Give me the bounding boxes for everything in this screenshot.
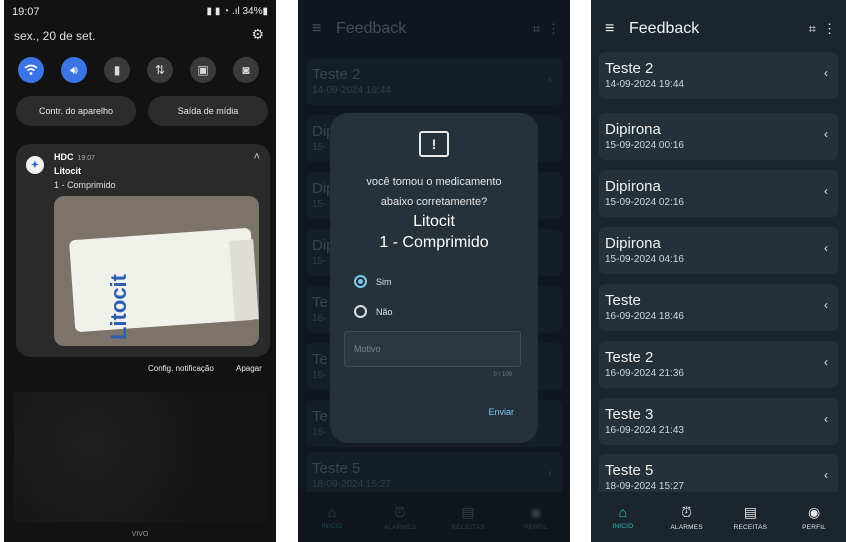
- list-item[interactable]: Dipirona 15-09-2024 02:16 ‹: [599, 170, 838, 217]
- item-datetime: 16-09-2024 18:46: [605, 311, 684, 322]
- notification-card[interactable]: ✦ HDC 19:07 ˄ Litocit 1 - Comprimido Lito…: [16, 144, 270, 357]
- list-item[interactable]: Teste 2 14-09-2024 19:44 ‹: [599, 52, 838, 99]
- list-item[interactable]: Dipirona 15-09-2024 04:16 ‹: [599, 227, 838, 274]
- app-header: ≡ Feedback ⌗ ⋮: [591, 0, 846, 58]
- notification-title: Litocit: [54, 166, 81, 176]
- alarm-clock-icon: ⏰︎: [681, 503, 693, 520]
- carrier-label: VIVO: [131, 531, 149, 538]
- data-transfer-icon[interactable]: ⇅: [147, 57, 173, 83]
- character-counter: 0 / 100: [493, 372, 512, 378]
- gear-icon[interactable]: ⚙: [251, 26, 264, 43]
- medication-dose: 1 - Comprimido: [379, 234, 489, 251]
- option-sim-label: Sim: [376, 276, 392, 287]
- chevron-left-icon: ‹: [824, 298, 828, 312]
- chevron-left-icon: ‹: [824, 355, 828, 369]
- radio-unselected-icon[interactable]: [354, 305, 367, 318]
- dialog-question-line1: você tomou o medicamento: [366, 176, 502, 188]
- item-datetime: 16-09-2024 21:43: [605, 425, 684, 436]
- item-name: Teste 2: [605, 349, 654, 366]
- sound-icon[interactable]: 🔊︎: [61, 57, 87, 83]
- chevron-left-icon: ‹: [824, 468, 828, 482]
- notification-shade-screen: 19:07 ▮ ▮ ◔ .ıl 34%▮ sex., 20 de set. ⚙ …: [4, 0, 276, 542]
- media-output-button[interactable]: Saída de mídia: [148, 96, 268, 126]
- screen-record-icon[interactable]: ◙: [233, 57, 259, 83]
- item-name: Teste 5: [605, 462, 654, 479]
- nav-alarmes[interactable]: ⏰︎ ALARMES: [655, 492, 719, 542]
- radio-selected-icon[interactable]: [354, 275, 367, 288]
- nav-inicio[interactable]: ⌂ INICIO: [591, 492, 655, 542]
- bottle-label: Litocit: [106, 274, 131, 340]
- chevron-left-icon: ‹: [824, 127, 828, 141]
- notification-settings-button[interactable]: Config. notificação: [148, 364, 214, 373]
- wifi-icon[interactable]: [18, 57, 44, 83]
- blurred-background: [14, 392, 266, 522]
- notification-time: 19:07: [77, 155, 96, 162]
- more-options-icon[interactable]: ⋮: [823, 21, 836, 37]
- list-item[interactable]: Teste 2 16-09-2024 21:36 ‹: [599, 341, 838, 388]
- item-name: Dipirona: [605, 235, 661, 252]
- status-time: 19:07: [12, 6, 40, 18]
- clear-notifications-button[interactable]: Apagar: [236, 364, 262, 373]
- option-nao-label: Não: [376, 306, 393, 317]
- list-item[interactable]: Teste 3 16-09-2024 21:43 ‹: [599, 398, 838, 445]
- item-datetime: 15-09-2024 00:16: [605, 140, 684, 151]
- item-datetime: 14-09-2024 19:44: [605, 79, 684, 90]
- item-datetime: 15-09-2024 02:16: [605, 197, 684, 208]
- list-item[interactable]: Dipirona 15-09-2024 00:16 ‹: [599, 113, 838, 160]
- collapse-chevron-icon[interactable]: ˄: [254, 151, 260, 163]
- item-datetime: 15-09-2024 04:16: [605, 254, 684, 265]
- item-name: Dipirona: [605, 121, 661, 138]
- reason-input[interactable]: [345, 332, 520, 366]
- app-logo-icon: ✦: [26, 156, 44, 174]
- shade-date: sex., 20 de set.: [14, 29, 96, 43]
- feedback-list-screen: ≡ Feedback ⌗ ⋮ Teste 2 14-09-2024 19:44 …: [591, 0, 846, 542]
- scan-icon[interactable]: ⌗: [809, 21, 816, 37]
- quick-settings-row: 🔊︎ ▮ ⇅ ▣ ◙: [18, 57, 266, 85]
- feedback-dialog: ! você tomou o medicamento abaixo corret…: [330, 113, 538, 443]
- notification-app-name: HDC 19:07: [54, 152, 96, 162]
- nav-receitas[interactable]: ▤ RECEITAS: [719, 492, 783, 542]
- option-nao[interactable]: Não: [354, 305, 393, 318]
- dialog-question-line2: abaixo corretamente?: [380, 196, 488, 208]
- feedback-dialog-screen: ≡ Feedback ⌗ ⋮ Teste 2 14-09-2024 19:44 …: [298, 0, 570, 542]
- item-name: Teste 2: [605, 60, 654, 77]
- menu-icon[interactable]: ≡: [605, 20, 614, 38]
- flashlight-icon[interactable]: ▮: [104, 57, 130, 83]
- notification-text: 1 - Comprimido: [54, 180, 116, 190]
- item-datetime: 16-09-2024 21:36: [605, 368, 684, 379]
- chevron-left-icon: ‹: [824, 184, 828, 198]
- list-item[interactable]: Teste 16-09-2024 18:46 ‹: [599, 284, 838, 331]
- item-name: Teste 3: [605, 406, 654, 423]
- option-sim[interactable]: Sim: [354, 275, 392, 288]
- send-button[interactable]: Enviar: [488, 407, 514, 417]
- medication-photo: Litocit: [54, 196, 259, 346]
- device-control-button[interactable]: Contr. do aparelho: [16, 96, 136, 126]
- chevron-left-icon: ‹: [824, 241, 828, 255]
- item-name: Teste: [605, 292, 641, 309]
- item-name: Dipirona: [605, 178, 661, 195]
- status-icons: ▮ ▮ ◔ .ıl 34%▮: [206, 6, 268, 17]
- reason-field[interactable]: [344, 331, 521, 367]
- page-title: Feedback: [629, 20, 700, 37]
- bottom-navigation: ⌂ INICIO ⏰︎ ALARMES ▤ RECEITAS ◉ PERFIL: [591, 492, 846, 542]
- person-icon: ◉: [808, 503, 821, 520]
- feedback-alert-icon: !: [419, 131, 449, 157]
- bottle-cap: [229, 239, 259, 321]
- receipt-icon: ▤: [743, 503, 757, 520]
- home-icon: ⌂: [618, 504, 628, 520]
- chevron-left-icon: ‹: [824, 66, 828, 80]
- item-datetime: 18-09-2024 15:27: [605, 481, 684, 492]
- nav-perfil[interactable]: ◉ PERFIL: [782, 492, 846, 542]
- chevron-left-icon: ‹: [824, 412, 828, 426]
- screen-capture-icon[interactable]: ▣: [190, 57, 216, 83]
- medication-name: Litocit: [413, 213, 455, 230]
